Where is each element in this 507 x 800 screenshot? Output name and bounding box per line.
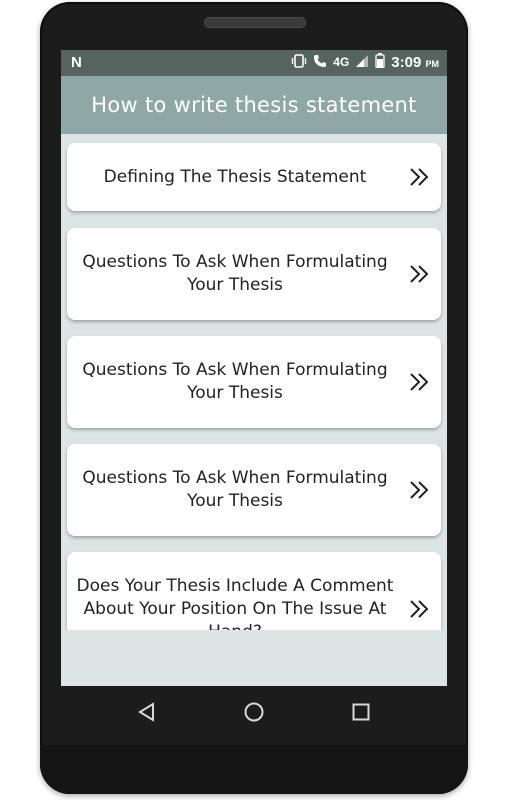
list-item[interactable]: Questions To Ask When Formulating Your T… (67, 228, 441, 320)
home-circle-icon[interactable] (242, 700, 266, 724)
recents-square-icon[interactable] (349, 700, 373, 724)
app-title: How to write thesis statement (91, 93, 417, 117)
list-item-label: Questions To Ask When Formulating Your T… (82, 252, 388, 295)
double-chevron-right-icon (397, 166, 441, 188)
vibrate-icon (291, 53, 307, 71)
clock-time: 3:09 (391, 53, 422, 71)
clock-ampm: PM (425, 58, 440, 69)
double-chevron-right-icon (397, 263, 441, 285)
list-item-label: Defining The Thesis Statement (103, 166, 367, 187)
double-chevron-right-icon (397, 598, 441, 620)
list-item-label: Does Your Thesis Include A Comment About… (76, 575, 394, 631)
phone-chin (40, 745, 468, 794)
clock: 3:09 PM (391, 54, 439, 71)
app-bar: How to write thesis statement (61, 76, 447, 134)
list-item[interactable]: Defining The Thesis Statement (67, 143, 441, 211)
list-item-label: Questions To Ask When Formulating Your T… (82, 468, 388, 511)
back-triangle-icon[interactable] (135, 700, 159, 724)
topic-list[interactable]: Defining The Thesis Statement Questions … (61, 134, 447, 630)
battery-icon (375, 53, 385, 71)
navigation-bar (61, 686, 447, 738)
status-bar: N 4G 3:09 PM (61, 50, 447, 76)
network-type-label: 4G (333, 55, 350, 69)
list-item[interactable]: Does Your Thesis Include A Comment About… (67, 552, 441, 630)
signal-icon (355, 54, 369, 71)
call-icon (313, 54, 327, 71)
list-item[interactable]: Questions To Ask When Formulating Your T… (67, 336, 441, 428)
screen: N 4G 3:09 PM How to write thesis stateme… (61, 50, 447, 686)
list-item-label: Questions To Ask When Formulating Your T… (82, 360, 388, 403)
status-icons: 4G 3:09 PM (291, 53, 439, 71)
double-chevron-right-icon (397, 371, 441, 393)
phone-speaker (204, 17, 306, 28)
double-chevron-right-icon (397, 479, 441, 501)
notification-icon: N (71, 54, 82, 71)
list-item[interactable]: Questions To Ask When Formulating Your T… (67, 444, 441, 536)
